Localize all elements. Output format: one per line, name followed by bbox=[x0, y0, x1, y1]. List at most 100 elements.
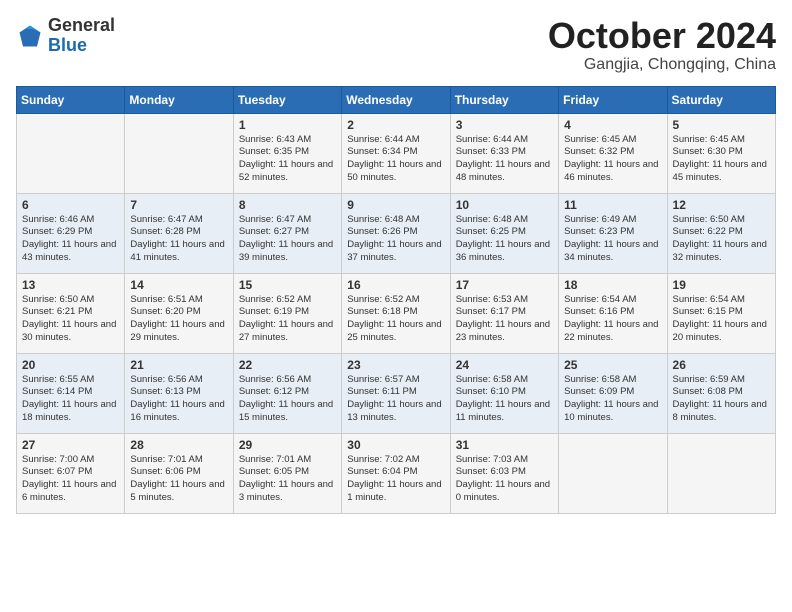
day-info: Sunrise: 6:56 AM Sunset: 6:13 PM Dayligh… bbox=[130, 374, 227, 425]
day-number: 27 bbox=[22, 438, 119, 452]
month-title: October 2024 bbox=[548, 16, 776, 56]
day-number: 29 bbox=[239, 438, 336, 452]
calendar-cell: 29Sunrise: 7:01 AM Sunset: 6:05 PM Dayli… bbox=[233, 433, 341, 513]
title-block: October 2024 Gangjia, Chongqing, China bbox=[548, 16, 776, 74]
page-header: General Blue October 2024 Gangjia, Chong… bbox=[16, 16, 776, 74]
calendar-table: SundayMondayTuesdayWednesdayThursdayFrid… bbox=[16, 86, 776, 514]
day-number: 21 bbox=[130, 358, 227, 372]
calendar-cell: 23Sunrise: 6:57 AM Sunset: 6:11 PM Dayli… bbox=[342, 353, 450, 433]
calendar-cell: 17Sunrise: 6:53 AM Sunset: 6:17 PM Dayli… bbox=[450, 273, 558, 353]
day-number: 9 bbox=[347, 198, 444, 212]
calendar-cell: 1 Sunrise: 6:43 AM Sunset: 6:35 PM Daylig… bbox=[233, 113, 341, 193]
day-number: 17 bbox=[456, 278, 553, 292]
calendar-week-2: 6 Sunrise: 6:46 AM Sunset: 6:29 PM Daylig… bbox=[17, 193, 776, 273]
calendar-cell: 22 Sunrise: 6:56 AM Sunset: 6:12 PM Dayli… bbox=[233, 353, 341, 433]
day-info: Sunrise: 6:59 AM Sunset: 6:08 PM Dayligh… bbox=[673, 374, 770, 425]
weekday-header-wednesday: Wednesday bbox=[342, 86, 450, 113]
day-number: 12 bbox=[673, 198, 770, 212]
calendar-cell bbox=[125, 113, 233, 193]
calendar-week-3: 13Sunrise: 6:50 AM Sunset: 6:21 PM Dayli… bbox=[17, 273, 776, 353]
calendar-cell bbox=[17, 113, 125, 193]
calendar-cell: 31Sunrise: 7:03 AM Sunset: 6:03 PM Dayli… bbox=[450, 433, 558, 513]
day-info: Sunrise: 6:44 AM Sunset: 6:33 PM Dayligh… bbox=[456, 134, 553, 185]
calendar-cell: 19 Sunrise: 6:54 AM Sunset: 6:15 PM Dayli… bbox=[667, 273, 775, 353]
weekday-header-tuesday: Tuesday bbox=[233, 86, 341, 113]
day-info: Sunrise: 6:51 AM Sunset: 6:20 PM Dayligh… bbox=[130, 294, 227, 345]
calendar-cell: 30 Sunrise: 7:02 AM Sunset: 6:04 PM Dayli… bbox=[342, 433, 450, 513]
day-info: Sunrise: 6:46 AM Sunset: 6:29 PM Dayligh… bbox=[22, 214, 119, 265]
calendar-week-5: 27 Sunrise: 7:00 AM Sunset: 6:07 PM Dayli… bbox=[17, 433, 776, 513]
day-info: Sunrise: 6:43 AM Sunset: 6:35 PM Dayligh… bbox=[239, 134, 336, 185]
day-number: 14 bbox=[130, 278, 227, 292]
calendar-week-1: 1 Sunrise: 6:43 AM Sunset: 6:35 PM Daylig… bbox=[17, 113, 776, 193]
calendar-cell: 21 Sunrise: 6:56 AM Sunset: 6:13 PM Dayli… bbox=[125, 353, 233, 433]
day-number: 5 bbox=[673, 118, 770, 132]
calendar-cell: 7 Sunrise: 6:47 AM Sunset: 6:28 PM Daylig… bbox=[125, 193, 233, 273]
calendar-cell bbox=[667, 433, 775, 513]
logo-text: General Blue bbox=[48, 16, 115, 56]
weekday-header-saturday: Saturday bbox=[667, 86, 775, 113]
day-number: 18 bbox=[564, 278, 661, 292]
weekday-header-friday: Friday bbox=[559, 86, 667, 113]
day-info: Sunrise: 6:44 AM Sunset: 6:34 PM Dayligh… bbox=[347, 134, 444, 185]
day-info: Sunrise: 6:45 AM Sunset: 6:32 PM Dayligh… bbox=[564, 134, 661, 185]
logo-icon bbox=[16, 22, 44, 50]
day-info: Sunrise: 7:00 AM Sunset: 6:07 PM Dayligh… bbox=[22, 454, 119, 505]
calendar-cell: 18 Sunrise: 6:54 AM Sunset: 6:16 PM Dayli… bbox=[559, 273, 667, 353]
day-number: 30 bbox=[347, 438, 444, 452]
day-number: 31 bbox=[456, 438, 553, 452]
weekday-header-monday: Monday bbox=[125, 86, 233, 113]
day-number: 24 bbox=[456, 358, 553, 372]
calendar-cell: 3Sunrise: 6:44 AM Sunset: 6:33 PM Daylig… bbox=[450, 113, 558, 193]
day-info: Sunrise: 7:01 AM Sunset: 6:06 PM Dayligh… bbox=[130, 454, 227, 505]
weekday-header-sunday: Sunday bbox=[17, 86, 125, 113]
day-info: Sunrise: 6:48 AM Sunset: 6:25 PM Dayligh… bbox=[456, 214, 553, 265]
day-number: 25 bbox=[564, 358, 661, 372]
day-info: Sunrise: 6:47 AM Sunset: 6:28 PM Dayligh… bbox=[130, 214, 227, 265]
calendar-cell: 28Sunrise: 7:01 AM Sunset: 6:06 PM Dayli… bbox=[125, 433, 233, 513]
day-number: 22 bbox=[239, 358, 336, 372]
day-info: Sunrise: 6:50 AM Sunset: 6:22 PM Dayligh… bbox=[673, 214, 770, 265]
calendar-cell bbox=[559, 433, 667, 513]
logo-blue: Blue bbox=[48, 35, 87, 55]
day-info: Sunrise: 6:58 AM Sunset: 6:10 PM Dayligh… bbox=[456, 374, 553, 425]
calendar-cell: 2 Sunrise: 6:44 AM Sunset: 6:34 PM Daylig… bbox=[342, 113, 450, 193]
calendar-cell: 16Sunrise: 6:52 AM Sunset: 6:18 PM Dayli… bbox=[342, 273, 450, 353]
calendar-cell: 8 Sunrise: 6:47 AM Sunset: 6:27 PM Daylig… bbox=[233, 193, 341, 273]
day-info: Sunrise: 6:49 AM Sunset: 6:23 PM Dayligh… bbox=[564, 214, 661, 265]
day-number: 2 bbox=[347, 118, 444, 132]
calendar-cell: 15Sunrise: 6:52 AM Sunset: 6:19 PM Dayli… bbox=[233, 273, 341, 353]
day-number: 6 bbox=[22, 198, 119, 212]
day-number: 16 bbox=[347, 278, 444, 292]
logo: General Blue bbox=[16, 16, 115, 56]
day-info: Sunrise: 6:54 AM Sunset: 6:16 PM Dayligh… bbox=[564, 294, 661, 345]
day-number: 10 bbox=[456, 198, 553, 212]
logo-general: General bbox=[48, 15, 115, 35]
day-number: 20 bbox=[22, 358, 119, 372]
day-info: Sunrise: 6:54 AM Sunset: 6:15 PM Dayligh… bbox=[673, 294, 770, 345]
day-number: 1 bbox=[239, 118, 336, 132]
day-info: Sunrise: 7:02 AM Sunset: 6:04 PM Dayligh… bbox=[347, 454, 444, 505]
calendar-cell: 11 Sunrise: 6:49 AM Sunset: 6:23 PM Dayli… bbox=[559, 193, 667, 273]
day-number: 7 bbox=[130, 198, 227, 212]
weekday-header-thursday: Thursday bbox=[450, 86, 558, 113]
calendar-cell: 10 Sunrise: 6:48 AM Sunset: 6:25 PM Dayli… bbox=[450, 193, 558, 273]
location-subtitle: Gangjia, Chongqing, China bbox=[548, 56, 776, 74]
day-info: Sunrise: 6:56 AM Sunset: 6:12 PM Dayligh… bbox=[239, 374, 336, 425]
day-info: Sunrise: 6:50 AM Sunset: 6:21 PM Dayligh… bbox=[22, 294, 119, 345]
day-number: 11 bbox=[564, 198, 661, 212]
day-number: 19 bbox=[673, 278, 770, 292]
calendar-cell: 6 Sunrise: 6:46 AM Sunset: 6:29 PM Daylig… bbox=[17, 193, 125, 273]
calendar-cell: 14 Sunrise: 6:51 AM Sunset: 6:20 PM Dayli… bbox=[125, 273, 233, 353]
calendar-cell: 20Sunrise: 6:55 AM Sunset: 6:14 PM Dayli… bbox=[17, 353, 125, 433]
calendar-cell: 26Sunrise: 6:59 AM Sunset: 6:08 PM Dayli… bbox=[667, 353, 775, 433]
calendar-cell: 25 Sunrise: 6:58 AM Sunset: 6:09 PM Dayli… bbox=[559, 353, 667, 433]
day-info: Sunrise: 6:58 AM Sunset: 6:09 PM Dayligh… bbox=[564, 374, 661, 425]
calendar-cell: 9Sunrise: 6:48 AM Sunset: 6:26 PM Daylig… bbox=[342, 193, 450, 273]
calendar-cell: 5Sunrise: 6:45 AM Sunset: 6:30 PM Daylig… bbox=[667, 113, 775, 193]
day-number: 8 bbox=[239, 198, 336, 212]
day-info: Sunrise: 6:47 AM Sunset: 6:27 PM Dayligh… bbox=[239, 214, 336, 265]
calendar-cell: 4Sunrise: 6:45 AM Sunset: 6:32 PM Daylig… bbox=[559, 113, 667, 193]
day-number: 23 bbox=[347, 358, 444, 372]
calendar-cell: 13Sunrise: 6:50 AM Sunset: 6:21 PM Dayli… bbox=[17, 273, 125, 353]
